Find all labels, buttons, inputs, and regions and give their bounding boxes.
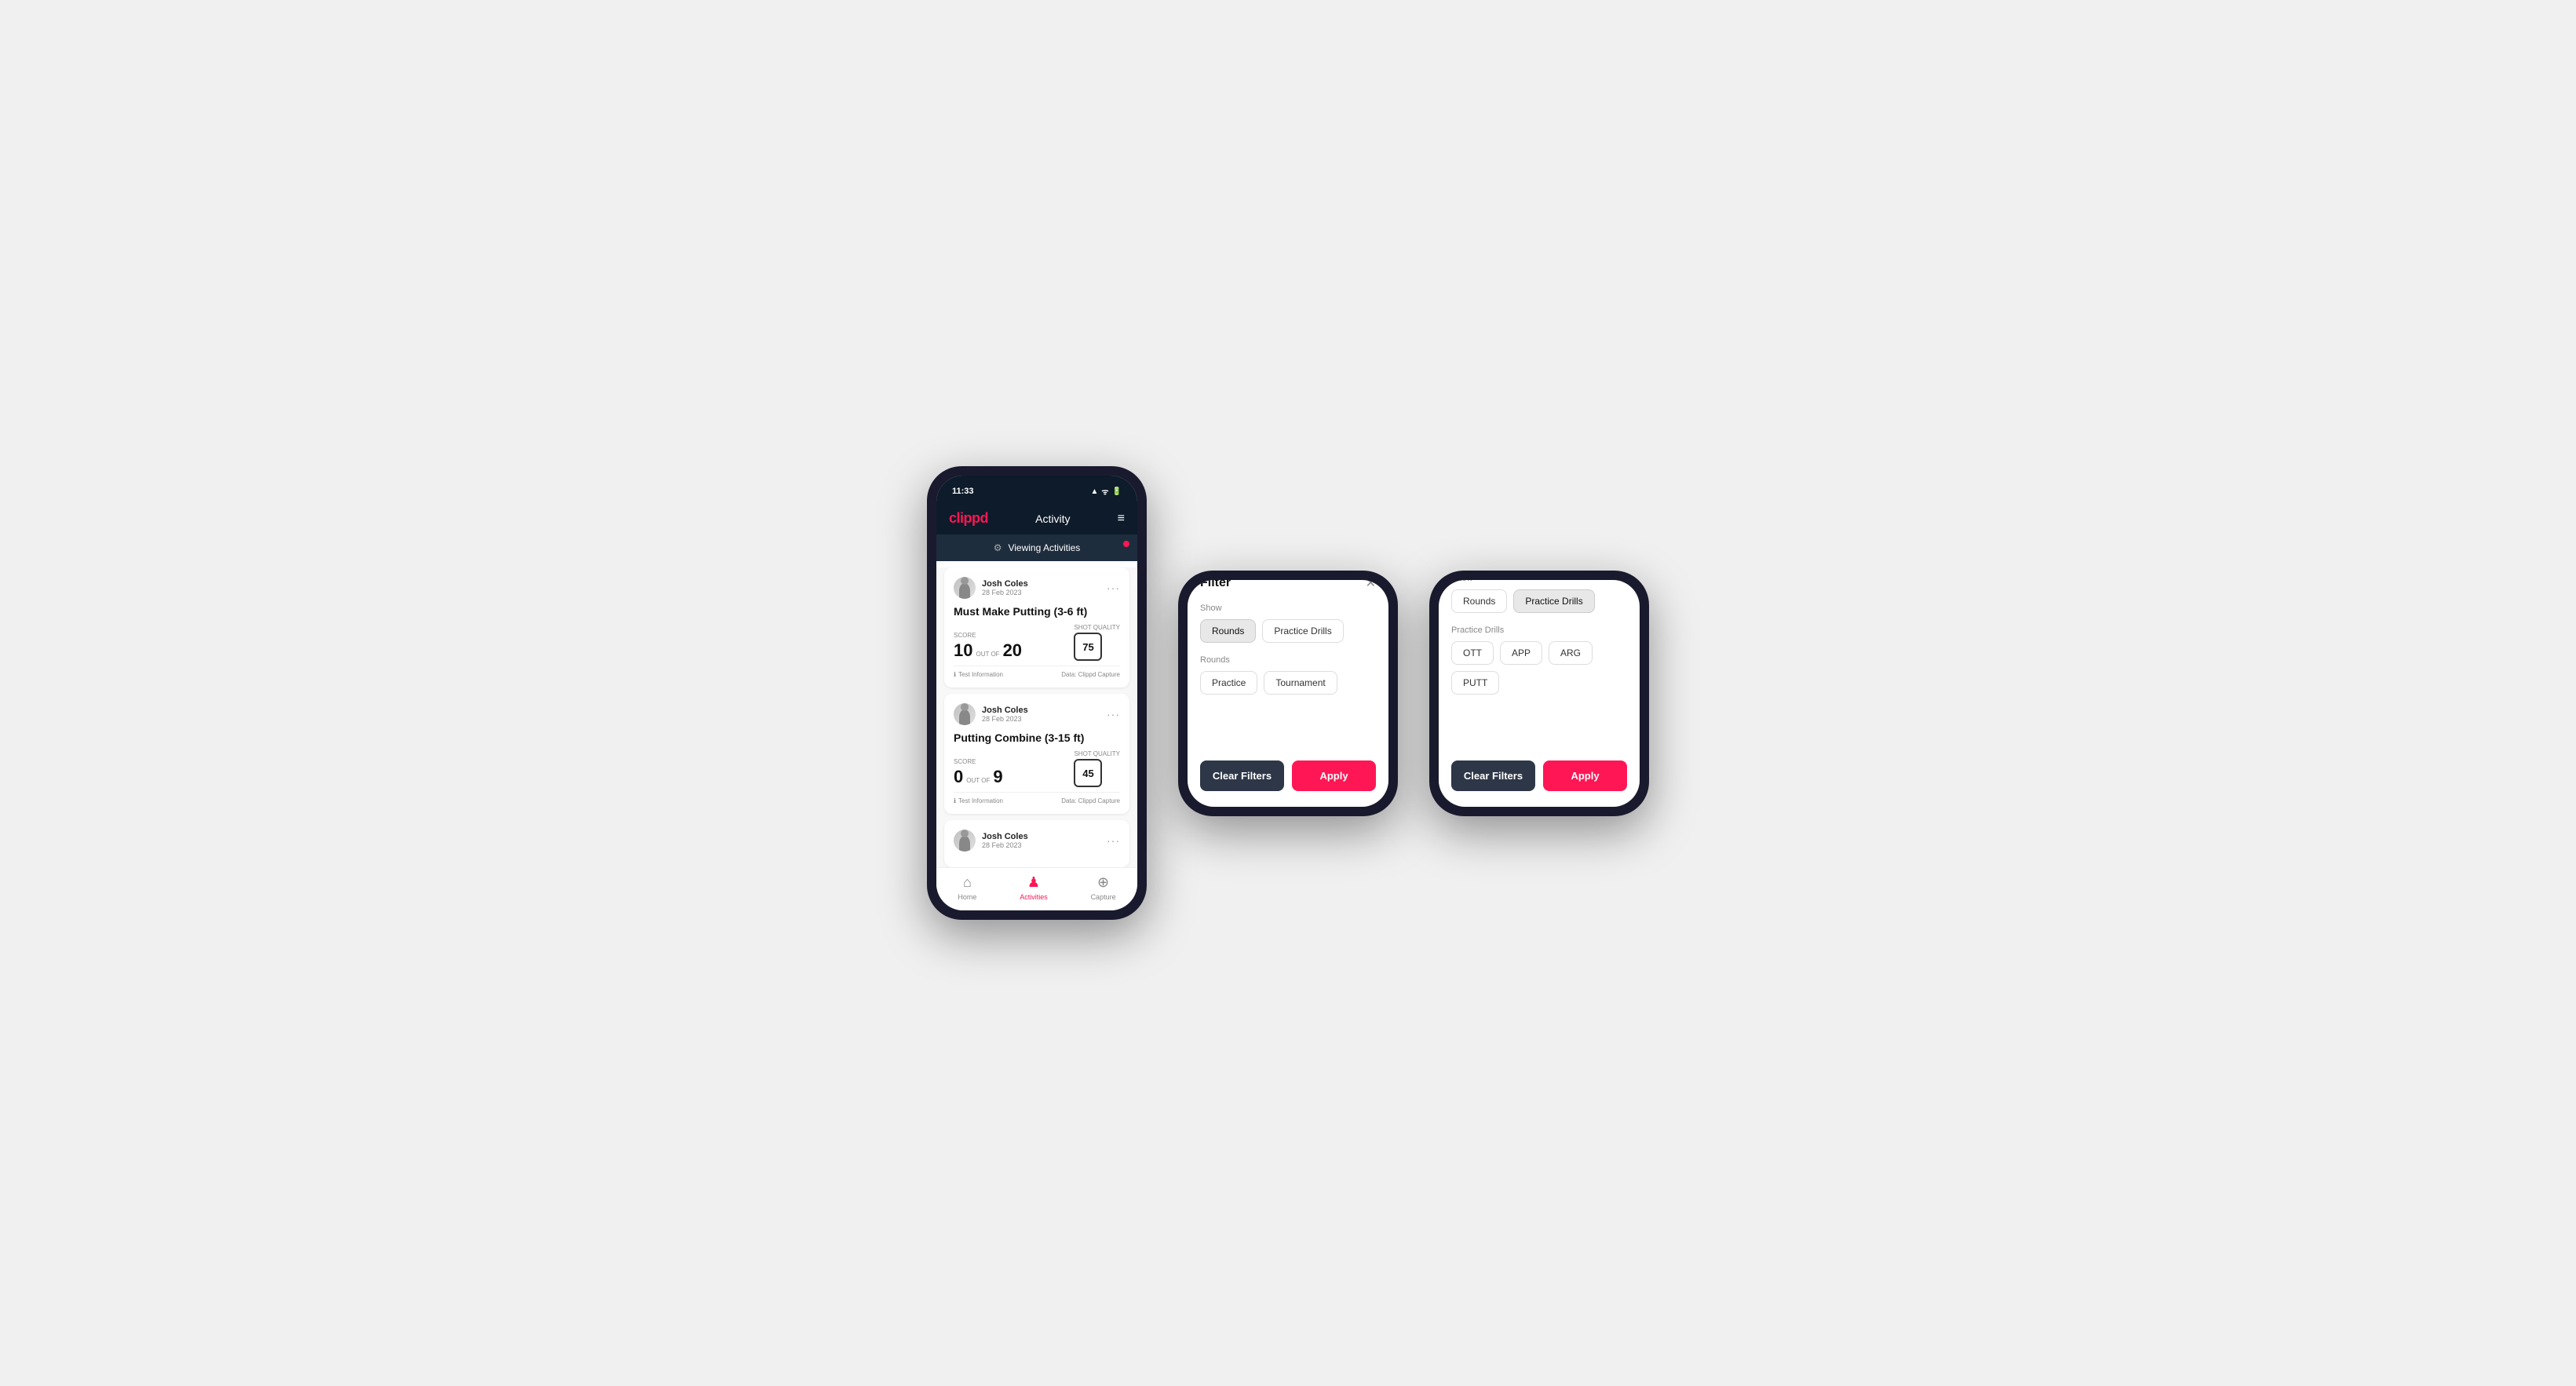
shot-quality-1: 75 — [1074, 633, 1102, 661]
round-tournament-2[interactable]: Tournament — [1264, 671, 1337, 695]
banner-text-1: Viewing Activities — [1008, 542, 1080, 553]
tab-home-1[interactable]: ⌂ Home — [958, 874, 976, 901]
shot-quality-2: 45 — [1074, 759, 1102, 787]
avatar-1 — [954, 577, 976, 599]
practice-tab-3[interactable]: Practice Drills — [1513, 589, 1594, 613]
logo-1: clippd — [949, 510, 988, 527]
close-btn-2[interactable]: ✕ — [1366, 580, 1376, 591]
practice-label-3: Practice Drills — [1451, 626, 1627, 635]
filter-sheet-2: Filter ✕ Show Rounds Practice Drills Rou… — [1188, 580, 1388, 807]
phone-2: 11:33 ▲ᯤ🔋 clippd Activity ≡ ⚙ Viewing Ac… — [1178, 571, 1398, 816]
phone-1: 11:33 ▲ᯤ🔋 clippd Activity ≡ ⚙ Viewing Ac… — [927, 466, 1147, 920]
apply-btn-2[interactable]: Apply — [1292, 760, 1376, 791]
user-name-1: Josh Coles — [982, 579, 1028, 589]
user-info-2: Josh Coles 28 Feb 2023 — [954, 703, 1028, 725]
activity-feed-1: Josh Coles 28 Feb 2023 ··· Must Make Put… — [936, 567, 1137, 867]
hamburger-1[interactable]: ≡ — [1118, 512, 1125, 526]
practice-options-3: OTT APP ARG PUTT — [1451, 641, 1627, 695]
tab-capture-1[interactable]: ⊕ Capture — [1091, 874, 1116, 901]
sheet-footer-3: Clear Filters Apply — [1451, 760, 1627, 791]
rounds-label-2: Rounds — [1200, 655, 1376, 665]
activity-card-3: Josh Coles 28 Feb 2023 ··· — [944, 820, 1129, 867]
viewing-banner-1[interactable]: ⚙ Viewing Activities — [936, 534, 1137, 561]
test-info-1: ℹTest Information — [954, 671, 1003, 678]
clear-btn-2[interactable]: Clear Filters — [1200, 760, 1284, 791]
status-icons-1: ▲ᯤ🔋 — [1091, 486, 1122, 497]
tab-activities-1[interactable]: ♟ Activities — [1020, 874, 1048, 901]
pill-ott-3[interactable]: OTT — [1451, 641, 1494, 665]
red-dot-1 — [1123, 541, 1129, 547]
show-pills-3: Rounds Practice Drills — [1451, 589, 1627, 613]
practice-tab-2[interactable]: Practice Drills — [1262, 619, 1343, 643]
filter-sheet-3: Filter ✕ Show Rounds Practice Drills Pra… — [1439, 580, 1640, 807]
pill-putt-3[interactable]: PUTT — [1451, 671, 1499, 695]
round-options-2: Practice Tournament — [1200, 671, 1376, 695]
pill-arg-3[interactable]: ARG — [1549, 641, 1593, 665]
avatar-2 — [954, 703, 976, 725]
data-source-1: Data: Clippd Capture — [1061, 671, 1120, 678]
round-practice-2[interactable]: Practice — [1200, 671, 1257, 695]
time-1: 11:33 — [952, 487, 974, 496]
rounds-tab-2[interactable]: Rounds — [1200, 619, 1256, 643]
filter-icon-1: ⚙ — [994, 542, 1002, 553]
nav-bar-1: clippd Activity ≡ — [936, 504, 1137, 534]
show-pills-2: Rounds Practice Drills — [1200, 619, 1376, 643]
activity-title-1: Must Make Putting (3-6 ft) — [954, 605, 1120, 618]
show-label-3: Show — [1451, 580, 1627, 583]
activity-card-2: Josh Coles 28 Feb 2023 ··· Putting Combi… — [944, 694, 1129, 814]
clear-btn-3[interactable]: Clear Filters — [1451, 760, 1535, 791]
user-info-1: Josh Coles 28 Feb 2023 — [954, 577, 1028, 599]
activity-title-2: Putting Combine (3-15 ft) — [954, 731, 1120, 744]
tab-bar-1: ⌂ Home ♟ Activities ⊕ Capture — [936, 867, 1137, 910]
apply-btn-3[interactable]: Apply — [1543, 760, 1627, 791]
activity-card-1: Josh Coles 28 Feb 2023 ··· Must Make Put… — [944, 567, 1129, 688]
status-bar-1: 11:33 ▲ᯤ🔋 — [936, 476, 1137, 504]
sheet-footer-2: Clear Filters Apply — [1200, 760, 1376, 791]
rounds-tab-3[interactable]: Rounds — [1451, 589, 1507, 613]
filter-title-2: Filter — [1200, 580, 1231, 590]
more-dots-1[interactable]: ··· — [1107, 582, 1120, 594]
show-label-2: Show — [1200, 604, 1376, 613]
phone-3: 11:33 ▲ᯤ🔋 clippd Activity ≡ ⚙ Viewing Ac… — [1429, 571, 1649, 816]
nav-title-1: Activity — [1035, 512, 1070, 525]
sheet-header-2: Filter ✕ — [1200, 580, 1376, 591]
user-date-1: 28 Feb 2023 — [982, 589, 1028, 596]
stats-row-1: Score 10 OUT OF 20 Shot Quality 75 — [954, 624, 1120, 661]
dynamic-island-1 — [997, 482, 1067, 501]
pill-app-3[interactable]: APP — [1500, 641, 1542, 665]
